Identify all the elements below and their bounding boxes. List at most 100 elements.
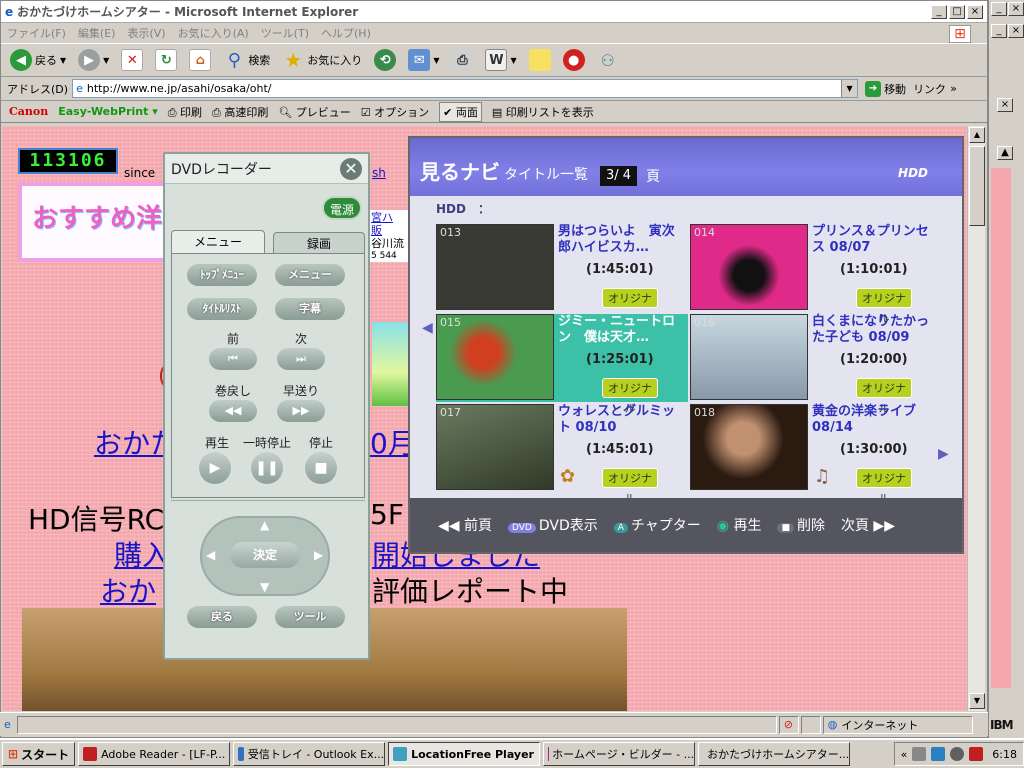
side-box: 宮ハ 販 谷川流 5 544 — [370, 210, 408, 262]
notes-button[interactable] — [526, 47, 554, 73]
title-item[interactable]: 016 白くまになりたかった子ども 08/09 (1:20:00) オリジナル — [690, 314, 942, 415]
option-button[interactable]: ☑ オプション — [361, 104, 429, 120]
left-arrow-icon[interactable]: ◀ — [206, 548, 215, 562]
scroll-up-icon[interactable]: ▲ — [997, 146, 1013, 160]
print-button[interactable]: ⎙ — [448, 47, 476, 73]
down-arrow-icon[interactable]: ▼ — [260, 580, 269, 594]
skip-forward-icon[interactable]: ⏭ — [277, 348, 325, 370]
side-link-1[interactable]: 宮ハ — [371, 211, 407, 224]
side-link-sh[interactable]: sh — [372, 166, 386, 180]
tool-button[interactable]: ツール — [275, 606, 345, 628]
fast-forward-icon[interactable]: ▶▶ — [277, 400, 325, 422]
minimize-button[interactable]: _ — [991, 24, 1007, 38]
fast-print-button[interactable]: ⎙ 高速印刷 — [212, 104, 268, 120]
apple-button[interactable]: ● — [560, 47, 588, 73]
link-buy[interactable]: 購入 — [114, 534, 170, 574]
task-homepage-builder[interactable]: ホームページ・ビルダー - ... — [543, 742, 696, 766]
dvd-display-button[interactable]: DVD DVD表示 — [507, 515, 598, 535]
title-item[interactable]: 017 ウォレスとグルミット 08/10 (1:45:01) オリジナル ✿ — [436, 404, 688, 505]
title-item[interactable]: 013 男はつらいよ 寅次郎ハイビスカ… (1:45:01) オリジナル — [436, 224, 688, 325]
play-icon[interactable]: ▶ — [199, 452, 231, 484]
print-icon-button[interactable]: ⎙ 印刷 — [168, 104, 202, 120]
back-button[interactable]: ◀ 戻る ▼ — [7, 47, 69, 73]
back-button[interactable]: 戻る — [187, 606, 257, 628]
menu-view[interactable]: 表示(V) — [127, 25, 165, 41]
menu-edit[interactable]: 編集(E) — [78, 25, 116, 41]
task-ie-okatazuke[interactable]: おかたづけホームシアター... — [698, 742, 851, 766]
side-link-2[interactable]: 販 — [371, 224, 407, 237]
security-shield-icon[interactable] — [969, 747, 984, 761]
close-button[interactable]: × — [997, 98, 1013, 112]
ok-button[interactable]: 決定 — [230, 542, 300, 568]
skip-back-icon[interactable]: ⏮ — [209, 348, 257, 370]
title-list-button[interactable]: ﾀｲﾄﾙﾘｽﾄ — [187, 298, 257, 320]
home-button[interactable]: ⌂ — [186, 47, 214, 73]
menu-favorites[interactable]: お気に入り(A) — [178, 25, 249, 41]
menu-tools[interactable]: ツール(T) — [261, 25, 309, 41]
chapter-button[interactable]: A チャプター — [613, 515, 701, 535]
stop-button[interactable]: ✕ — [118, 47, 146, 73]
close-button[interactable]: × — [967, 4, 983, 19]
easy-webprint-menu[interactable]: Easy-WebPrint ▾ — [58, 105, 158, 118]
task-adobe-reader[interactable]: Adobe Reader - [LF-P... — [78, 742, 231, 766]
power-button[interactable]: 電源 — [322, 196, 362, 220]
address-field[interactable]: e http://www.ne.jp/asahi/osaka/oht/ ▼ — [72, 79, 859, 98]
menu-help[interactable]: ヘルプ(H) — [321, 25, 371, 41]
vertical-scrollbar[interactable]: ▲ ▼ — [967, 126, 985, 711]
link-review[interactable]: おか — [100, 570, 156, 610]
recommend-banner[interactable]: おすすめ洋 — [18, 182, 178, 262]
minimize-button[interactable]: _ — [931, 4, 947, 19]
search-button[interactable]: ⚲ 検索 — [220, 47, 273, 73]
history-button[interactable]: ⟲ — [371, 47, 399, 73]
tab-menu[interactable]: メニュー — [171, 230, 265, 254]
messenger-button[interactable]: ⚇ — [594, 47, 622, 73]
task-locationfree-player[interactable]: LocationFree Player — [388, 742, 541, 766]
scroll-down-icon[interactable]: ▼ — [969, 693, 985, 709]
scroll-thumb[interactable] — [969, 146, 985, 226]
minimize-button[interactable]: _ — [991, 2, 1007, 16]
rewind-icon[interactable]: ◀◀ — [209, 400, 257, 422]
top-menu-button[interactable]: ﾄｯﾌﾟﾒﾆｭｰ — [187, 264, 257, 286]
title-item[interactable]: 014 プリンス＆プリンセス 08/07 (1:10:01) オリジナル — [690, 224, 942, 325]
delete-button[interactable]: ■ 削除 — [777, 515, 825, 535]
maximize-button[interactable]: □ — [949, 4, 965, 19]
title-item-selected[interactable]: 015 ジミー・ニュートロン 僕は天才… (1:25:01) オリジナル — [436, 314, 688, 415]
tab-record[interactable]: 録画 — [273, 232, 365, 254]
refresh-button[interactable]: ↻ — [152, 47, 180, 73]
forward-button[interactable]: ▶ ▼ — [75, 47, 112, 73]
preview-button[interactable]: 🔍︎ プレビュー — [278, 104, 350, 120]
chevron-left-icon[interactable]: « — [901, 748, 908, 761]
right-arrow-icon[interactable]: ▶ — [314, 548, 323, 562]
links-label[interactable]: リンク — [913, 81, 946, 97]
search-label: 検索 — [248, 54, 271, 67]
stop-icon[interactable]: ■ — [305, 452, 337, 484]
network-icon[interactable] — [931, 747, 946, 761]
left-arrow-icon[interactable]: ◀ — [422, 320, 433, 336]
subtitle-button[interactable]: 字幕 — [275, 298, 345, 320]
next-page-button[interactable]: 次頁 ▶▶ — [841, 515, 895, 535]
menu-file[interactable]: ファイル(F) — [7, 25, 66, 41]
mail-button[interactable]: ✉ ▼ — [405, 47, 442, 73]
close-button[interactable]: × — [1008, 24, 1024, 38]
duplex-button[interactable]: ✔ 両面 — [439, 101, 482, 122]
pause-icon[interactable]: ❚❚ — [251, 452, 283, 484]
close-icon[interactable]: ✕ — [340, 157, 362, 180]
up-arrow-icon[interactable]: ▲ — [260, 518, 269, 532]
scroll-up-icon[interactable]: ▲ — [969, 127, 985, 143]
title-item[interactable]: 018 黄金の洋楽ライブ 08/14 (1:30:00) オリジナル ♫ — [690, 404, 942, 505]
menu-button[interactable]: メニュー — [275, 264, 345, 286]
volume-icon[interactable] — [950, 747, 965, 761]
task-outlook-express[interactable]: 受信トレイ - Outlook Ex... — [233, 742, 386, 766]
edit-button[interactable]: W ▼ — [482, 47, 519, 73]
close-button[interactable]: × — [1008, 2, 1024, 16]
chevron-down-icon[interactable]: ▼ — [841, 80, 858, 97]
print-list-button[interactable]: ▤ 印刷リストを表示 — [492, 104, 594, 120]
keyboard-icon[interactable] — [912, 747, 927, 761]
chevron-double-right-icon[interactable]: » — [950, 82, 957, 95]
play-button[interactable]: ◉ 再生 — [717, 515, 762, 535]
favorites-button[interactable]: ★ お気に入り — [279, 47, 365, 73]
title-thumbnail: 017 — [436, 404, 554, 490]
prev-page-button[interactable]: ◀◀ 前頁 — [438, 515, 492, 535]
start-button[interactable]: ⊞ スタート — [2, 742, 76, 766]
go-button[interactable]: ➔ 移動 — [862, 79, 909, 99]
